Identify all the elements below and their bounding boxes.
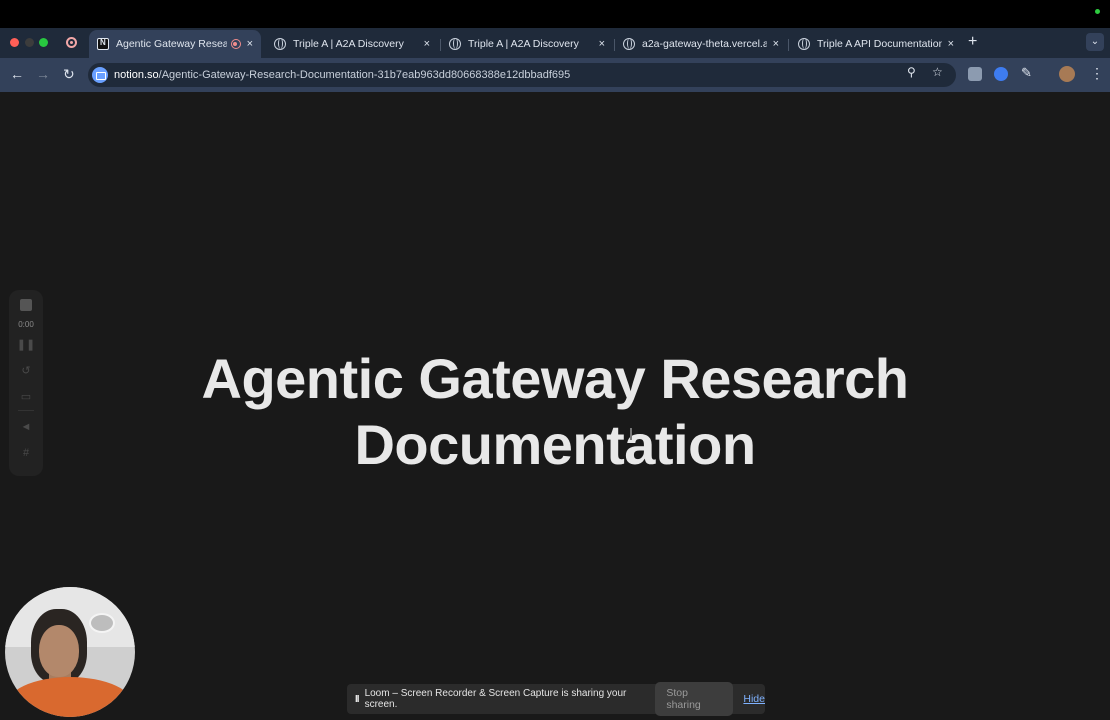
browser-toolbar: ← → ↻ notion.so/Agentic-Gateway-Research…: [0, 58, 1110, 92]
stop-recording-icon[interactable]: [20, 299, 32, 311]
delete-icon[interactable]: ▭: [9, 390, 43, 403]
tab-recording-icon: [230, 39, 241, 49]
globe-favicon-icon: [449, 38, 461, 50]
tab-close-icon[interactable]: ×: [424, 38, 430, 50]
webcam-bubble[interactable]: [5, 587, 135, 717]
page-title[interactable]: Agentic Gateway Research Documentation: [0, 346, 1110, 478]
restart-icon[interactable]: ↺: [9, 364, 43, 377]
globe-favicon-icon: [623, 38, 635, 50]
window-maximize-icon[interactable]: [39, 38, 48, 47]
share-pause-icon[interactable]: II: [355, 694, 359, 705]
tab-agentic-gateway[interactable]: Agentic Gateway Research Documentation ×: [89, 30, 261, 58]
notion-favicon-icon: [97, 38, 109, 50]
draw-icon[interactable]: ◄: [9, 421, 43, 433]
browser-tab-strip: Agentic Gateway Research Documentation ×…: [0, 28, 1110, 58]
star-icon[interactable]: ☆: [932, 65, 943, 79]
tab-label: Triple A API Documentation: [817, 38, 942, 50]
text-cursor-icon: [630, 428, 632, 440]
page-title-line-1: Agentic Gateway Research: [201, 347, 909, 410]
kebab-menu-icon[interactable]: ⋮: [1090, 65, 1104, 82]
extension-loom-icon[interactable]: [994, 67, 1008, 81]
grid-icon[interactable]: #: [9, 447, 43, 459]
tab-label: Agentic Gateway Research Documentation: [116, 38, 227, 50]
tab-label: Triple A | A2A Discovery: [293, 38, 404, 50]
macos-menu-bar: [0, 0, 1110, 28]
hide-link[interactable]: Hide: [743, 693, 765, 705]
tab-separator: [788, 39, 789, 51]
url-domain: notion.so: [114, 69, 159, 81]
reload-icon[interactable]: ↻: [63, 66, 75, 83]
window-minimize-icon[interactable]: [25, 38, 34, 47]
tab-close-icon[interactable]: ×: [773, 38, 779, 50]
ceiling-lamp: [89, 613, 115, 633]
page-title-line-2: Documentation: [354, 413, 756, 476]
stop-sharing-button[interactable]: Stop sharing: [655, 682, 734, 716]
recording-indicator-icon: [66, 37, 77, 48]
tab-a2a-discovery-2[interactable]: Triple A | A2A Discovery ×: [441, 30, 613, 58]
forward-arrow-icon[interactable]: →: [36, 66, 50, 82]
new-tab-button[interactable]: +: [968, 33, 977, 51]
tab-api-documentation[interactable]: Triple A API Documentation ×: [790, 30, 962, 58]
share-message: Loom – Screen Recorder & Screen Capture …: [364, 688, 627, 710]
tab-close-icon[interactable]: ×: [599, 38, 605, 50]
site-info-icon[interactable]: [92, 67, 108, 83]
extension-icon[interactable]: ✎: [1021, 65, 1032, 81]
tab-search-chevron-icon[interactable]: ⌄: [1086, 33, 1104, 51]
tab-a2a-discovery-1[interactable]: Triple A | A2A Discovery ×: [266, 30, 438, 58]
globe-favicon-icon: [274, 38, 286, 50]
notion-page: Agentic Gateway Research Documentation: [0, 92, 1110, 720]
address-bar[interactable]: notion.so/Agentic-Gateway-Research-Docum…: [88, 63, 956, 87]
pause-icon[interactable]: ❚❚: [9, 338, 43, 351]
tab-close-icon[interactable]: ×: [247, 38, 253, 50]
globe-favicon-icon: [798, 38, 810, 50]
person-body: [5, 677, 135, 717]
camera-indicator-icon: [1095, 9, 1100, 14]
control-divider: [18, 410, 34, 411]
url-path: /Agentic-Gateway-Research-Documentation-…: [158, 69, 571, 81]
tab-a2a-gateway-vercel[interactable]: a2a-gateway-theta.vercel.app ×: [615, 30, 787, 58]
person-face: [39, 625, 79, 677]
profile-avatar[interactable]: [1059, 66, 1075, 82]
loom-control-panel: 0:00 ❚❚ ↺ ▭ ◄ #: [9, 290, 43, 476]
window-close-icon[interactable]: [10, 38, 19, 47]
extension-notes-icon[interactable]: [968, 67, 982, 81]
tab-label: a2a-gateway-theta.vercel.app: [642, 38, 767, 50]
screen-share-bar: II Loom – Screen Recorder & Screen Captu…: [347, 682, 765, 716]
tab-label: Triple A | A2A Discovery: [468, 38, 579, 50]
tab-close-icon[interactable]: ×: [948, 38, 954, 50]
back-arrow-icon[interactable]: ←: [10, 66, 24, 82]
recording-timer: 0:00: [18, 320, 34, 329]
zoom-icon[interactable]: ⚲: [907, 65, 916, 79]
